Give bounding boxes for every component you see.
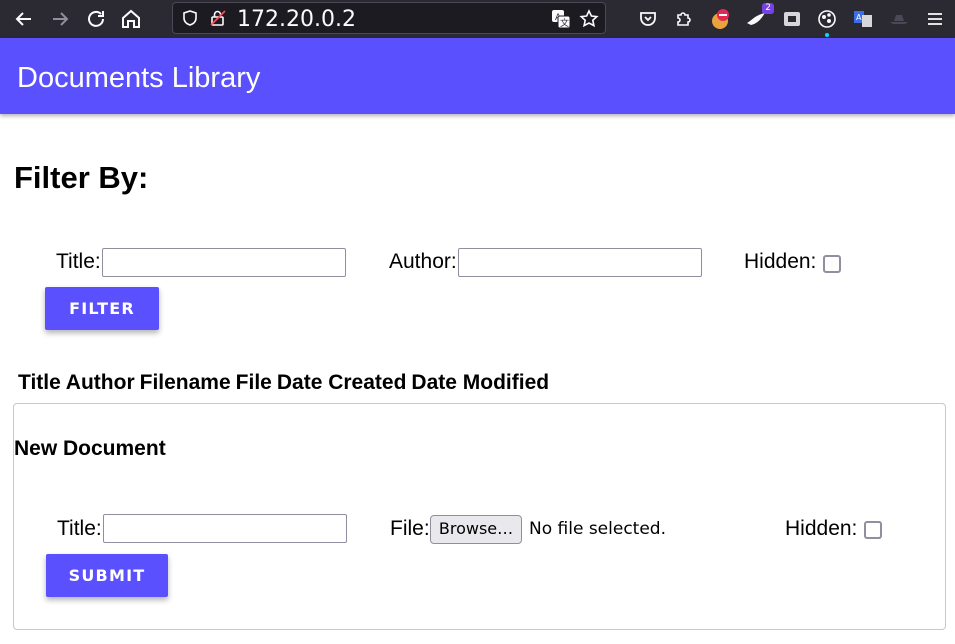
filter-author-label: Author: xyxy=(389,250,457,273)
column-header-filename[interactable]: Filename xyxy=(140,371,231,394)
app-title: Documents Library xyxy=(17,62,261,94)
insecure-lock-icon[interactable] xyxy=(209,9,227,27)
column-header-author[interactable]: Author xyxy=(66,371,135,394)
browse-button[interactable]: Browse… xyxy=(430,515,522,544)
pocket-icon[interactable] xyxy=(636,7,660,31)
back-arrow-icon[interactable] xyxy=(12,7,36,31)
menu-hamburger-icon[interactable] xyxy=(923,7,947,31)
home-icon[interactable] xyxy=(119,7,143,31)
address-bar[interactable]: 172.20.0.2 A文 xyxy=(172,2,606,34)
extension-badge-count: 2 xyxy=(762,3,774,14)
cookie-icon[interactable] xyxy=(815,7,839,37)
extension-box-icon[interactable] xyxy=(780,7,804,31)
column-header-date-modified[interactable]: Date Modified xyxy=(411,371,549,394)
shield-icon[interactable] xyxy=(181,9,199,27)
extensions-puzzle-icon[interactable] xyxy=(672,7,696,31)
filter-heading: Filter By: xyxy=(14,160,149,195)
filter-title-label: Title: xyxy=(56,250,101,273)
filter-button[interactable]: FILTER xyxy=(45,287,159,330)
filter-title-input[interactable] xyxy=(102,248,346,277)
reload-icon[interactable] xyxy=(84,7,108,31)
new-document-hidden-checkbox[interactable] xyxy=(864,521,882,539)
new-document-title-input[interactable] xyxy=(103,514,347,543)
app-header: Documents Library xyxy=(0,38,955,114)
filter-hidden-checkbox[interactable] xyxy=(823,255,841,273)
svg-text:文: 文 xyxy=(560,17,569,29)
file-status-text: No file selected. xyxy=(529,519,666,539)
browser-toolbar: 172.20.0.2 A文 2 A xyxy=(0,0,955,38)
documents-table-header: Title Author Filename File Date Created Date … xyxy=(18,371,554,395)
new-document-title-label: Title: xyxy=(57,517,102,540)
filter-author-input[interactable] xyxy=(458,248,702,277)
translate-icon[interactable]: A文 xyxy=(551,9,571,29)
translate-extension-icon[interactable]: A xyxy=(851,7,875,31)
column-header-file[interactable]: File xyxy=(236,371,272,394)
new-document-hidden-label: Hidden: xyxy=(785,517,858,540)
new-document-heading: New Document xyxy=(14,437,166,460)
forward-arrow-icon[interactable] xyxy=(48,7,72,31)
url-text[interactable]: 172.20.0.2 xyxy=(237,7,356,32)
svg-text:A: A xyxy=(856,13,862,22)
column-header-title[interactable]: Title xyxy=(18,371,61,394)
filter-hidden-label: Hidden: xyxy=(744,250,817,273)
extension-blocker-icon[interactable] xyxy=(708,7,732,31)
extension-wing-icon[interactable]: 2 xyxy=(744,3,774,31)
column-header-date-created[interactable]: Date Created xyxy=(277,371,407,394)
bookmark-star-icon[interactable] xyxy=(579,9,599,29)
submit-button[interactable]: SUBMIT xyxy=(46,554,168,597)
new-document-file-label: File: xyxy=(390,517,430,540)
incognito-hat-icon[interactable] xyxy=(887,7,911,31)
active-indicator-dot xyxy=(825,33,829,37)
